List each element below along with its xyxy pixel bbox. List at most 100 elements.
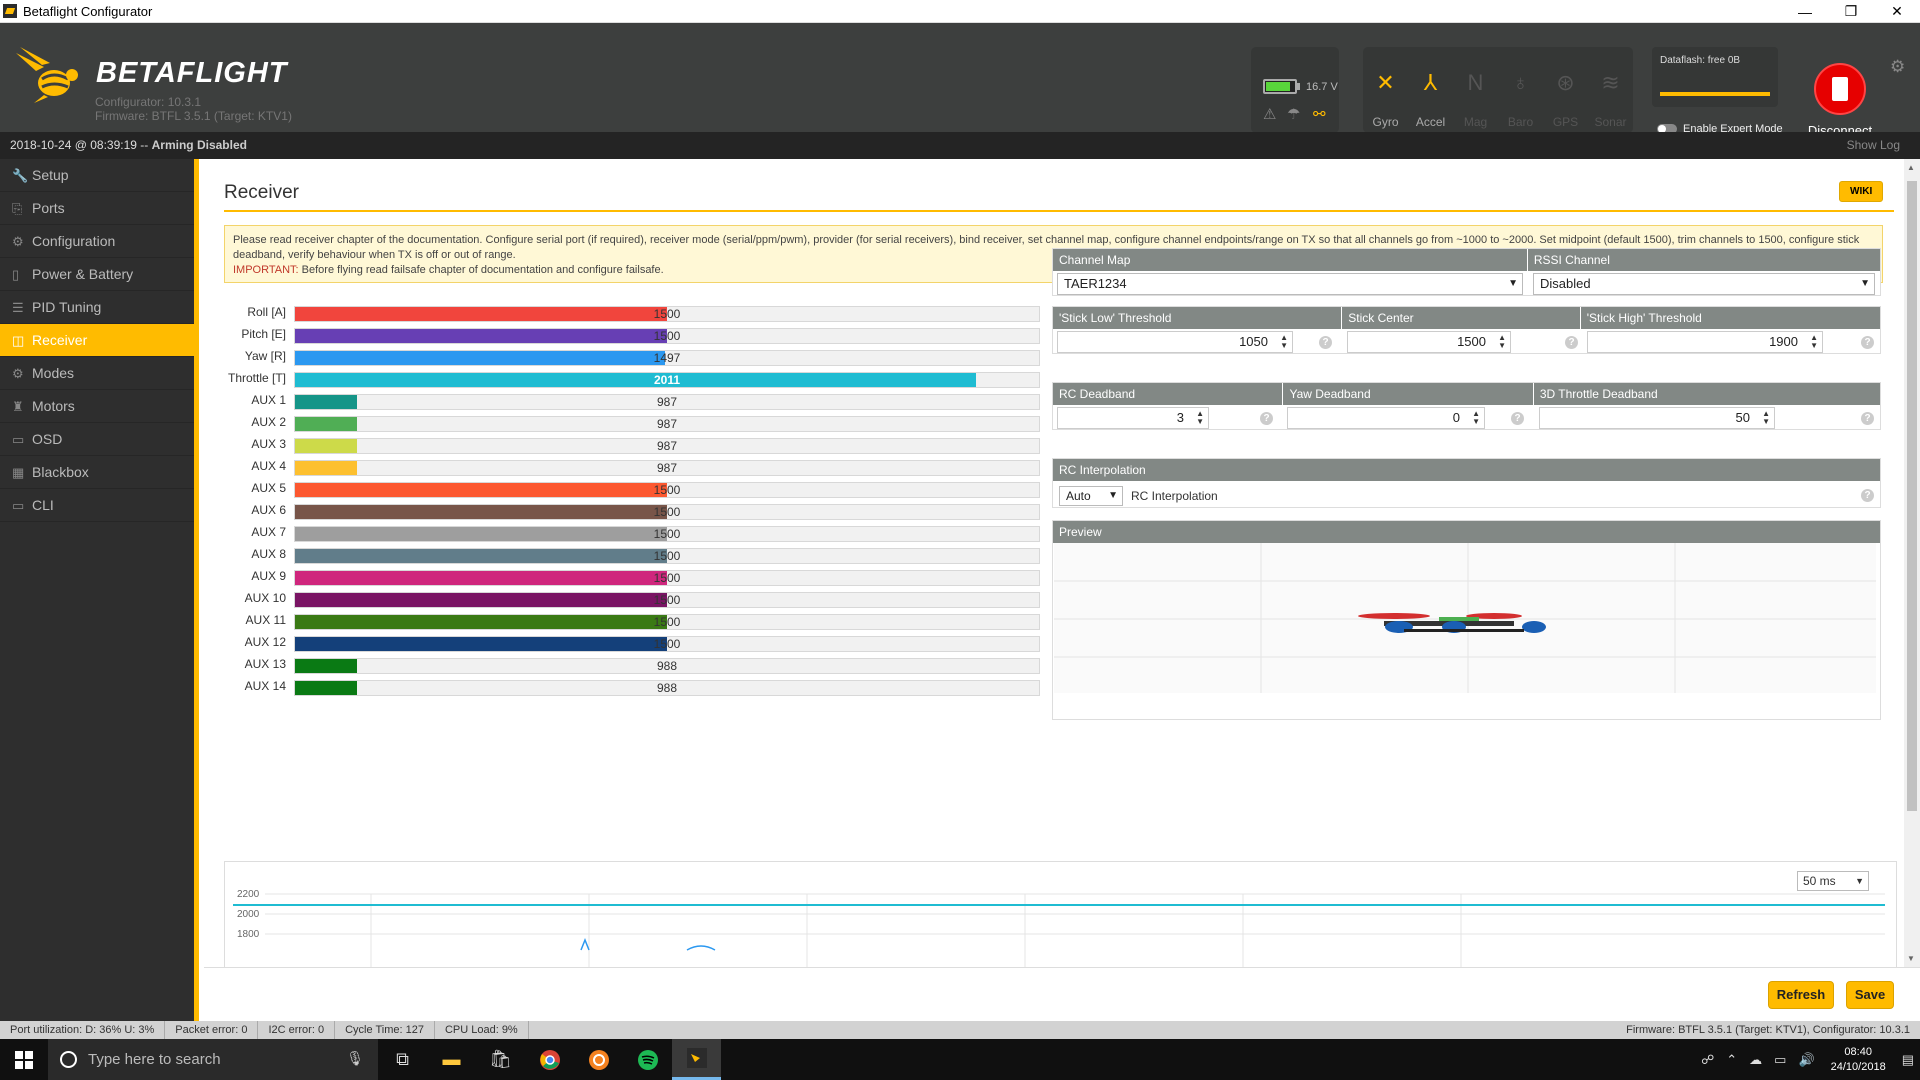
sidebar-item-motors[interactable]: ♜ Motors xyxy=(0,390,194,423)
dataflash-bar xyxy=(1660,92,1770,96)
channel-bar: 1497 xyxy=(294,350,1040,366)
sidebar-item-pid-tuning[interactable]: ☰ PID Tuning xyxy=(0,291,194,324)
parachute-icon: ☂ xyxy=(1287,106,1301,123)
windows-start-button[interactable] xyxy=(0,1039,48,1080)
save-button[interactable]: Save xyxy=(1846,981,1894,1009)
sidebar-item-configuration[interactable]: ⚙ Configuration xyxy=(0,225,194,258)
taskbar-clock[interactable]: 08:40 24/10/2018 xyxy=(1831,1045,1886,1075)
throttle-deadband-input[interactable]: 50 ▲ ▼ xyxy=(1539,407,1775,429)
volume-icon[interactable]: 🔊 xyxy=(1798,1052,1814,1068)
help-icon[interactable]: ? xyxy=(1511,412,1524,425)
channel-row: AUX 3 987 xyxy=(222,435,1040,457)
chrome-icon[interactable] xyxy=(525,1039,574,1080)
microphone-icon[interactable]: 🎙 xyxy=(346,1050,364,1067)
channel-value: 987 xyxy=(656,439,678,453)
stick-high-input[interactable]: 1900 ▲ ▼ xyxy=(1587,331,1823,353)
help-icon[interactable]: ? xyxy=(1565,336,1578,349)
link-icon: ⚯ xyxy=(1313,106,1326,123)
rc-interpolation-heading: RC Interpolation xyxy=(1059,463,1146,477)
main-scrollbar[interactable]: ▲ ▼ xyxy=(1904,159,1920,967)
spinner-icon[interactable]: ▲ ▼ xyxy=(1280,334,1288,350)
sidebar-item-receiver[interactable]: ◫ Receiver xyxy=(0,324,194,357)
sidebar-item-modes[interactable]: ⚙ Modes xyxy=(0,357,194,390)
minimize-button[interactable]: — xyxy=(1782,0,1828,23)
taskbar-search-box[interactable]: Type here to search 🎙 xyxy=(48,1039,378,1080)
graph-interval-select[interactable]: 50 ms ▼ xyxy=(1797,871,1869,891)
spinner-icon[interactable]: ▲ ▼ xyxy=(1498,334,1506,350)
cli-icon: ▭ xyxy=(12,498,25,513)
spotify-icon[interactable] xyxy=(623,1039,672,1080)
preview-panel: Preview xyxy=(1052,520,1881,720)
sidebar-item-label: Ports xyxy=(32,200,65,216)
onedrive-icon[interactable]: ☁ xyxy=(1749,1052,1762,1068)
scroll-up-icon[interactable]: ▲ xyxy=(1907,163,1915,172)
rc-interpolation-select[interactable]: Auto ▼ xyxy=(1059,486,1123,506)
channel-bar: 988 xyxy=(294,680,1040,696)
settings-gear-icon[interactable]: ⚙ xyxy=(1890,57,1905,77)
disconnect-button[interactable]: Disconnect xyxy=(1805,63,1875,143)
spinner-icon[interactable]: ▲ ▼ xyxy=(1472,410,1480,426)
wiki-button[interactable]: WIKI xyxy=(1839,181,1884,202)
spinner-icon[interactable]: ▲ ▼ xyxy=(1196,410,1204,426)
sidebar-item-power-battery[interactable]: ▯ Power & Battery xyxy=(0,258,194,291)
sidebar-item-setup[interactable]: 🔧 Setup xyxy=(0,159,194,192)
channel-row: Roll [A] 1500 xyxy=(222,303,1040,325)
show-log-link[interactable]: Show Log xyxy=(1847,132,1900,159)
osd-icon: ▭ xyxy=(12,432,25,447)
sidebar-item-label: Motors xyxy=(32,398,75,414)
network-icon[interactable]: ▭ xyxy=(1774,1052,1786,1068)
audio-app-icon[interactable] xyxy=(574,1039,623,1080)
betaflight-taskbar-icon[interactable] xyxy=(672,1039,721,1080)
notifications-icon[interactable]: ▤ xyxy=(1902,1052,1914,1068)
maximize-button[interactable]: ❐ xyxy=(1828,0,1874,23)
scroll-down-icon[interactable]: ▼ xyxy=(1907,954,1915,963)
rssi-channel-select[interactable]: Disabled ▼ xyxy=(1533,273,1875,295)
stick-center-input[interactable]: 1500 ▲ ▼ xyxy=(1347,331,1511,353)
channel-row: Pitch [E] 1500 xyxy=(222,325,1040,347)
channel-map-input[interactable]: TAER1234 ▼ xyxy=(1057,273,1523,295)
file-explorer-icon[interactable]: ▬ xyxy=(427,1039,476,1080)
spinner-icon[interactable]: ▲ ▼ xyxy=(1810,334,1818,350)
yaw-deadband-input[interactable]: 0 ▲ ▼ xyxy=(1287,407,1485,429)
channel-label: AUX 4 xyxy=(251,459,286,473)
channel-row: AUX 7 1500 xyxy=(222,523,1040,545)
people-icon[interactable]: ☍ xyxy=(1701,1052,1714,1068)
stick-low-input[interactable]: 1050 ▲ ▼ xyxy=(1057,331,1293,353)
help-icon[interactable]: ? xyxy=(1861,412,1874,425)
scrollbar-thumb[interactable] xyxy=(1907,181,1917,811)
rc-deadband-input[interactable]: 3 ▲ ▼ xyxy=(1057,407,1209,429)
channel-label: AUX 8 xyxy=(251,547,286,561)
cpu-load: CPU Load: 9% xyxy=(435,1021,529,1039)
task-view-icon[interactable]: ⧉ xyxy=(378,1039,427,1080)
content-toolbar: Refresh Save xyxy=(204,967,1920,1021)
channel-bar: 988 xyxy=(294,658,1040,674)
voltage-readout: 16.7 V xyxy=(1306,81,1338,93)
sidebar-item-blackbox[interactable]: ▦ Blackbox xyxy=(0,456,194,489)
y-tick: 1800 xyxy=(237,929,260,940)
store-icon[interactable]: 🛍 xyxy=(476,1039,525,1080)
help-icon[interactable]: ? xyxy=(1260,412,1273,425)
help-icon[interactable]: ? xyxy=(1861,336,1874,349)
close-button[interactable]: ✕ xyxy=(1874,0,1920,23)
channel-row: AUX 13 988 xyxy=(222,655,1040,677)
motor-icon: ♜ xyxy=(12,399,24,414)
channel-value: 987 xyxy=(656,417,678,431)
channel-bar: 1500 xyxy=(294,636,1040,652)
stick-thresholds-panel: 'Stick Low' Threshold Stick Center 'Stic… xyxy=(1052,306,1881,354)
mag-icon: N xyxy=(1467,70,1484,95)
help-icon[interactable]: ? xyxy=(1861,489,1874,502)
help-icon[interactable]: ? xyxy=(1319,336,1332,349)
sidebar-item-cli[interactable]: ▭ CLI xyxy=(0,489,194,522)
chevron-up-icon[interactable]: ⌃ xyxy=(1726,1052,1737,1068)
channel-row: AUX 4 987 xyxy=(222,457,1040,479)
chevron-down-icon: ▼ xyxy=(1860,278,1870,289)
spinner-icon[interactable]: ▲ ▼ xyxy=(1762,410,1770,426)
sidebar-item-osd[interactable]: ▭ OSD xyxy=(0,423,194,456)
channel-map-label: Channel Map xyxy=(1053,249,1528,271)
refresh-button[interactable]: Refresh xyxy=(1768,981,1834,1009)
channel-value: 1500 xyxy=(653,549,681,563)
yaw-deadband-label: Yaw Deadband xyxy=(1283,383,1534,405)
channel-label: AUX 14 xyxy=(244,679,286,693)
channel-value: 1500 xyxy=(653,593,681,607)
sidebar-item-ports[interactable]: ⎘ Ports xyxy=(0,192,194,225)
